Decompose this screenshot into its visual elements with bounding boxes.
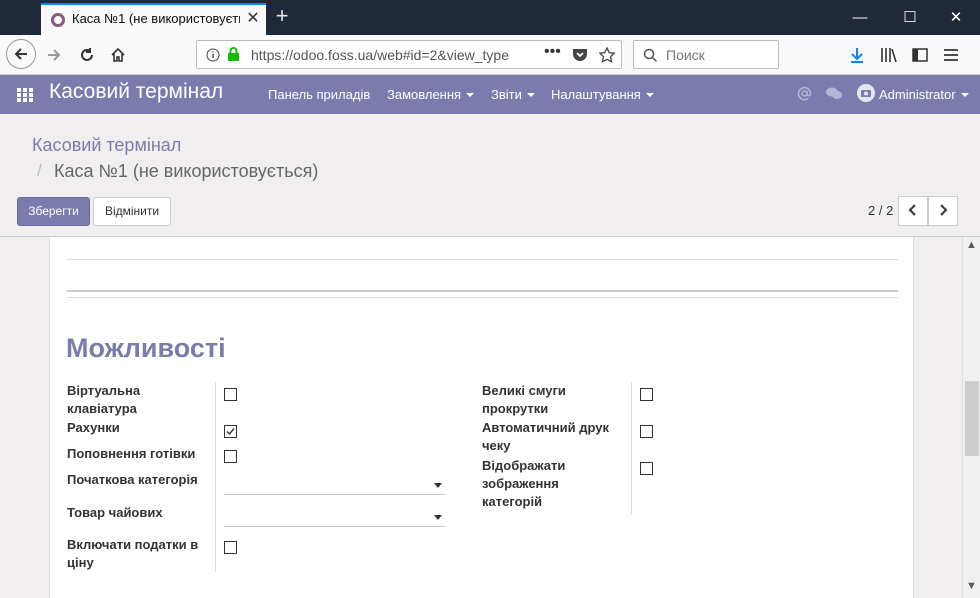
apps-grid-icon[interactable] [17,88,34,102]
menu-dashboard-label: Панель приладів [268,87,371,102]
field-label-large-scrollbars: Великі смуги прокрутки [482,383,566,416]
pager-counter[interactable]: 2 / 2 [868,203,893,218]
sidebar-icon [912,48,928,62]
caret-down-icon [645,93,654,97]
url-text[interactable]: https://odoo.foss.ua/web#id=2&view_type [251,47,511,63]
field-label-invoices: Рахунки [67,420,120,435]
select-start-category[interactable] [224,473,446,495]
scroll-thumb[interactable] [965,381,979,456]
pager-next-button[interactable] [928,196,958,226]
checkbox-cash-control[interactable] [224,450,237,463]
form-sheet: Можливості Віртуальна клавіатура Рахунки… [49,237,914,598]
left-group-divider [215,382,216,572]
window-maximize-button[interactable]: ☐ [890,5,930,31]
search-icon [643,48,658,63]
download-icon [851,48,863,63]
checkbox-virtual-keyboard[interactable] [224,388,237,401]
sidebar-button[interactable] [906,41,934,69]
menu-settings-label: Налаштування [551,87,641,102]
scroll-up-icon[interactable]: ▲ [963,239,980,251]
chat-icon[interactable] [825,86,843,101]
reload-icon [81,48,93,61]
library-button[interactable] [875,41,903,69]
pocket-icon[interactable] [572,48,588,62]
field-label-tip-product: Товар чайових [67,505,163,520]
field-label-category-images: Відображати зображення категорій [482,458,566,509]
dropdown-arrow-icon [434,483,442,488]
field-label-start-category: Початкова категорія [67,472,198,487]
menu-orders-label: Замовлення [387,87,462,102]
library-icon [881,48,897,63]
chevron-right-icon [940,204,948,216]
tab-title: Каса №1 (не використовується) [72,11,240,26]
browser-nav-bar: https://odoo.foss.ua/web#id=2&view_type … [0,35,980,75]
scroll-down-icon[interactable]: ▼ [963,580,980,592]
form-view: Можливості Віртуальна клавіатура Рахунки… [0,237,980,598]
caret-down-icon [960,93,969,97]
menu-reports[interactable]: Звіти [491,87,535,102]
menu-button[interactable] [937,41,965,69]
info-icon[interactable] [206,48,220,62]
caret-down-icon [526,93,535,97]
hamburger-icon [944,49,958,61]
page-actions-icon[interactable]: ••• [544,43,561,61]
user-menu[interactable]: Administrator [879,87,969,102]
discard-button[interactable]: Відмінити [93,197,171,226]
checkbox-invoices[interactable] [224,425,237,438]
bookmark-star-icon[interactable] [599,47,615,63]
url-bar[interactable]: https://odoo.foss.ua/web#id=2&view_type … [196,40,622,69]
dropdown-arrow-icon [434,515,442,520]
odoo-favicon-icon [51,13,65,27]
section-title: Можливості [66,333,226,363]
checkbox-tax-included[interactable] [224,541,237,554]
chevron-left-icon [908,204,916,216]
pager-previous-button[interactable] [898,196,928,226]
section-separator [67,290,898,298]
avatar-icon[interactable] [857,84,875,102]
menu-reports-label: Звіти [491,87,522,102]
browser-tab-bar: Каса №1 (не використовується) ✕ + — ☐ ✕ [0,0,980,35]
field-label-cash-control: Поповнення готівки [67,446,196,461]
home-icon [111,47,125,62]
menu-dashboard[interactable]: Панель приладів [268,87,370,102]
menu-orders[interactable]: Замовлення [387,87,475,102]
arrow-left-icon [14,48,27,60]
checkbox-large-scrollbars[interactable] [640,388,653,401]
window-minimize-button[interactable]: — [840,5,880,31]
breadcrumb-separator: / [37,161,42,180]
browser-tab[interactable]: Каса №1 (не використовується) ✕ [41,3,266,35]
menu-settings[interactable]: Налаштування [551,87,654,102]
forward-button[interactable] [40,41,68,69]
search-placeholder: Поиск [666,47,705,63]
sheet-top-divider [67,237,898,260]
save-button[interactable]: Зберегти [17,197,90,226]
user-name: Administrator [879,87,956,102]
checkbox-auto-print[interactable] [640,425,653,438]
search-bar[interactable]: Поиск [633,40,779,69]
arrow-right-icon [48,49,61,61]
select-tip-product[interactable] [224,505,446,527]
page-scrollbar[interactable]: ▲ ▼ [962,237,980,598]
downloads-button[interactable] [843,41,871,69]
breadcrumb-parent[interactable]: Касовий термінал [32,135,181,156]
field-label-virtual-keyboard: Віртуальна клавіатура [67,383,141,416]
field-label-auto-print: Автоматичний друк чеку [482,420,609,453]
back-button[interactable] [6,39,36,69]
window-close-button[interactable]: ✕ [936,5,976,31]
right-group-divider [631,382,632,515]
reload-button[interactable] [73,41,101,69]
lock-icon[interactable] [227,47,240,62]
checkmark-icon [226,428,235,436]
caret-down-icon [466,93,475,97]
app-top-bar: Касовий термінал Панель приладів Замовле… [0,75,980,114]
control-panel: Касовий термінал / Каса №1 (не використо… [0,114,980,237]
app-brand[interactable]: Касовий термінал [49,80,223,104]
mention-icon[interactable] [797,86,812,101]
tab-close-icon[interactable]: ✕ [245,8,261,28]
home-button[interactable] [104,41,132,69]
checkbox-category-images[interactable] [640,462,653,475]
breadcrumb-current: Каса №1 (не використовується) [54,161,319,181]
new-tab-button[interactable]: + [271,3,293,29]
field-label-tax-included: Включати податки в ціну [67,537,199,570]
